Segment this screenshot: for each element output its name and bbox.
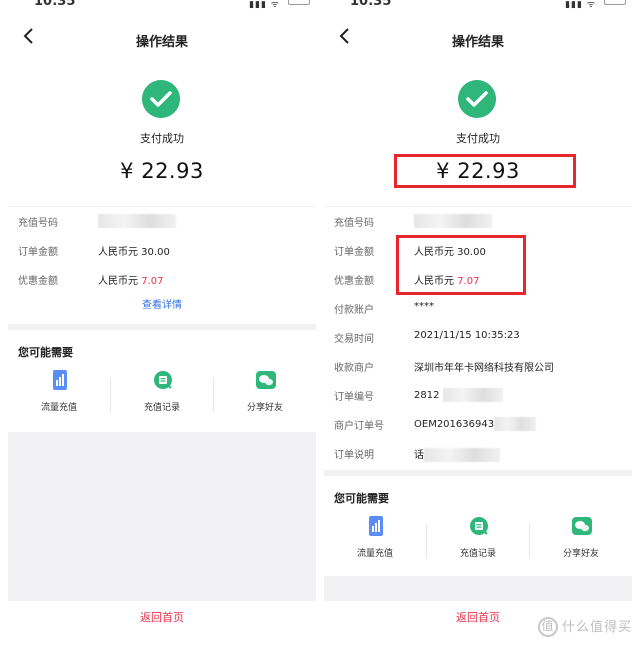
detail-label: 订单说明 [334,450,374,461]
recommendations: 您可能需要 流量充值 充值记录 分享好友 [8,330,316,432]
success-check-icon [458,80,496,118]
detail-value-partial: 2812 [414,390,440,401]
nav-bar: 操作结果 [324,14,632,60]
tile-data-top-up[interactable]: 流量充值 [8,370,110,424]
recommendations-heading: 您可能需要 [18,346,73,359]
detail-row: 付款账户 **** [324,294,632,323]
tile-label: 充值记录 [143,403,180,413]
detail-value: **** [414,301,434,312]
recommendation-tiles: 流量充值 充值记录 分享好友 [8,370,316,424]
detail-value: 2812 [414,388,503,402]
detail-value-partial: 话 [414,450,424,461]
recommendation-tiles: 流量充值 充值记录 分享好友 [324,516,632,570]
detail-row: 订单编号 2812 [324,381,632,410]
detail-label: 订单金额 [334,247,374,258]
recharge-record-icon [470,517,488,535]
redacted-mask [424,448,500,462]
redacted-mask [442,388,503,402]
data-top-up-icon [369,516,383,536]
detail-row: 充值号码 [324,207,632,236]
detail-row: 交易时间 2021/11/15 10:35:23 [324,323,632,352]
recommendations-heading: 您可能需要 [334,492,389,505]
tile-share-friends[interactable]: 分享好友 [214,370,316,424]
battery-icon [604,0,626,5]
payment-amount: ¥ 22.93 [120,159,204,183]
battery-icon [288,0,310,5]
watermark-text: 什么值得买 [561,619,632,635]
watermark: 值什么值得买 [537,616,632,637]
detail-row: 充值号码 [8,207,316,236]
detail-label: 付款账户 [334,305,374,316]
status-bar: 10:35 ▮▮▮ ᯤ [324,0,632,14]
detail-label: 订单金额 [18,247,58,258]
detail-value: OEM201636943 [414,417,537,431]
detail-value-partial: OEM201636943 [414,419,495,430]
detail-label: 充值号码 [18,218,58,229]
detail-value-blurred [98,214,176,228]
detail-value: 深圳市年年卡网络科技有限公司 [414,363,554,374]
tile-label: 充值记录 [459,549,496,559]
nav-bar: 操作结果 [8,14,316,60]
return-home-link[interactable]: 返回首页 [8,609,316,625]
detail-row: 订单说明 话 [324,439,632,468]
data-top-up-icon [53,370,67,390]
signal-icon: ▮▮▮ ᯤ [565,0,596,10]
view-details-link[interactable]: 查看详情 [8,294,316,324]
detail-label: 收款商户 [334,363,374,374]
recommendations: 您可能需要 流量充值 充值记录 分享好友 [324,476,632,576]
tile-label: 流量充值 [40,403,77,413]
detail-label: 优惠金额 [18,276,58,287]
amount-highlight-box [394,154,576,188]
detail-value: 话 [414,446,500,462]
detail-value: 人民币元 7.07 [98,272,163,287]
page-title: 操作结果 [451,35,504,50]
detail-label: 充值号码 [334,218,374,229]
tile-label: 分享好友 [246,403,283,413]
page-title: 操作结果 [135,35,188,50]
footer-bar: 返回首页 [8,601,316,645]
detail-value-blurred [414,214,492,228]
tile-recharge-record[interactable]: 充值记录 [111,370,213,424]
success-check-icon [142,80,180,118]
detail-row: 收款商户 深圳市年年卡网络科技有限公司 [324,352,632,381]
detail-value: 人民币元 30.00 [98,247,170,258]
signal-icon: ▮▮▮ ᯤ [249,0,280,10]
tile-label: 流量充值 [356,549,393,559]
detail-label: 订单编号 [334,392,374,403]
tile-share-friends[interactable]: 分享好友 [530,516,632,570]
tile-recharge-record[interactable]: 充值记录 [427,516,529,570]
status-time: 10:35 [34,0,76,9]
detail-value: 2021/11/15 10:35:23 [414,330,520,341]
status-time: 10:35 [350,0,392,9]
redacted-mask [98,214,176,228]
order-amount-highlight-box [396,235,526,295]
detail-label: 商户订单号 [334,421,384,432]
payment-result: 支付成功 ¥ 22.93 [8,60,316,206]
detail-label: 优惠金额 [334,276,374,287]
right-screenshot: 10:35 ▮▮▮ ᯤ 操作结果 支付成功 ¥ 22.93 充值号码 订单金额 … [324,0,632,645]
status-bar: 10:35 ▮▮▮ ᯤ [8,0,316,14]
detail-label: 交易时间 [334,334,374,345]
recharge-record-icon [154,371,172,389]
tile-label: 分享好友 [562,549,599,559]
detail-row: 订单金额 人民币元 30.00 [8,236,316,265]
redacted-mask [494,417,537,431]
redacted-mask [414,214,492,228]
tile-data-top-up[interactable]: 流量充值 [324,516,426,570]
share-friends-icon [572,517,592,535]
order-details: 充值号码 订单金额 人民币元 30.00 优惠金额 人民币元 7.07 查看详情 [8,207,316,324]
detail-row: 商户订单号 OEM201636943 [324,410,632,439]
detail-value-prefix: 人民币元 [98,276,138,287]
payment-status: 支付成功 [140,132,184,145]
detail-row: 优惠金额 人民币元 7.07 [8,265,316,294]
share-friends-icon [256,371,276,389]
left-screenshot: 10:35 ▮▮▮ ᯤ 操作结果 支付成功 ¥ 22.93 充值号码 订单金额 … [8,0,316,645]
payment-status: 支付成功 [456,132,500,145]
watermark-logo-icon: 值 [537,617,558,637]
discount-value: 7.07 [141,276,164,287]
